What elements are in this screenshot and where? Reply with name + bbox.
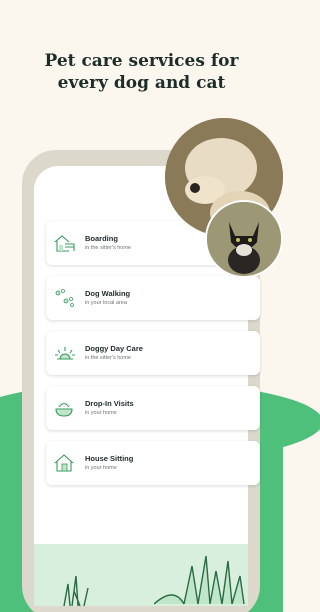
house-icon [54, 454, 74, 472]
service-title: Dog Walking [85, 289, 131, 298]
service-card-drop-in-visits[interactable]: Drop-In Visits in your home [46, 386, 260, 430]
service-subtitle: in your home [85, 410, 117, 416]
headline-line-2: every dog and cat [57, 73, 226, 93]
service-subtitle: in the sitter's home [85, 355, 131, 361]
service-title: Boarding [85, 234, 118, 243]
cat-photo [205, 200, 283, 278]
grass-right-illustration [154, 555, 245, 605]
headline-line-1: Pet care services for [44, 51, 239, 71]
service-card-doggy-day-care[interactable]: Doggy Day Care in the sitter's home [46, 331, 260, 375]
service-subtitle: in the sitter's home [85, 245, 131, 251]
service-card-dog-walking[interactable]: Dog Walking in your local area [46, 276, 260, 320]
grass-left-illustration [63, 575, 89, 606]
service-title: Drop-In Visits [85, 399, 134, 408]
service-title: House Sitting [85, 454, 134, 463]
service-card-house-sitting[interactable]: House Sitting in your home [46, 441, 260, 485]
service-subtitle: in your local area [85, 300, 127, 306]
sun-icon [55, 347, 75, 360]
paw-prints-icon [55, 289, 74, 307]
headline: Pet care services for every dog and cat [0, 50, 283, 94]
bowl-icon [55, 402, 73, 417]
house-bed-icon [54, 235, 75, 252]
service-subtitle: in your home [85, 465, 117, 471]
service-title: Doggy Day Care [85, 344, 143, 353]
